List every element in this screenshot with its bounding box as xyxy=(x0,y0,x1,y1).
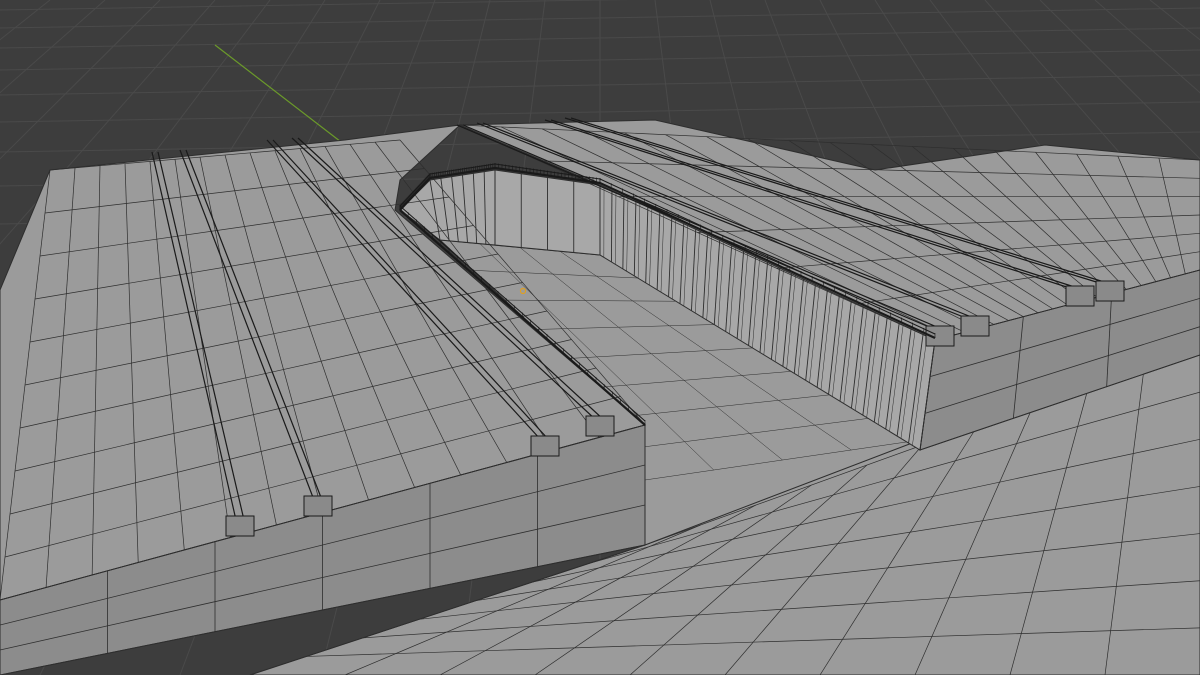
wire-edge xyxy=(610,190,613,262)
y-axis-line xyxy=(214,44,346,146)
rail-end-block xyxy=(585,415,615,437)
scene-canvas[interactable] xyxy=(0,0,1200,675)
rail-end-block xyxy=(303,495,333,517)
3d-viewport[interactable] xyxy=(0,0,1200,675)
rail-end-block xyxy=(1065,285,1095,307)
rail-end-block xyxy=(1095,280,1125,302)
rail-end-block xyxy=(960,315,990,337)
rail-end-block xyxy=(225,515,255,537)
rail-end-block xyxy=(530,435,560,457)
